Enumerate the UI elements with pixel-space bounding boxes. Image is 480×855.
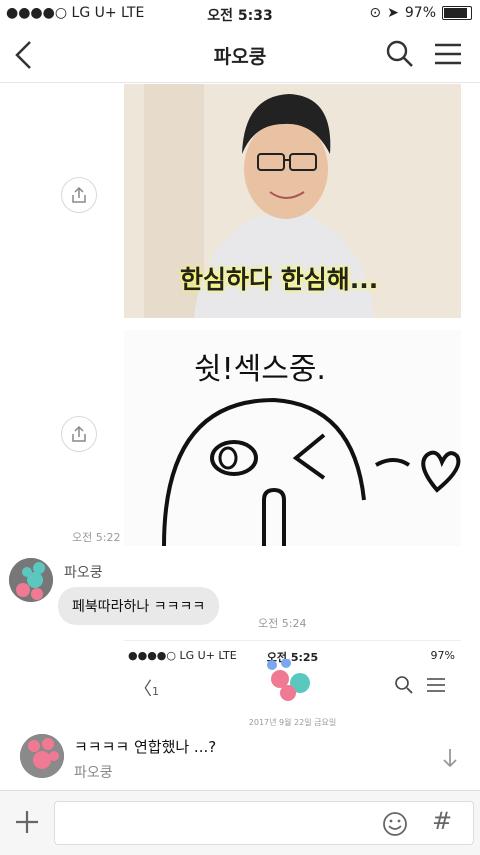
battery-percent: 97%	[404, 5, 436, 21]
share-button[interactable]	[61, 177, 97, 213]
message-input-bar: #	[0, 790, 480, 855]
message-time: 오전 5:24	[258, 617, 307, 630]
image-message[interactable]: 쉿!섹스중.	[124, 330, 461, 546]
plus-icon[interactable]	[14, 809, 40, 839]
status-bar: ●●●●○ LG U+ LTE 오전 5:33 ⊙ ➤ 97%	[0, 0, 480, 28]
preview-text: ㅋㅋㅋㅋ 연합했나 ...?	[74, 738, 217, 756]
avatar[interactable]	[9, 558, 53, 602]
chat-header: 파오쿵	[0, 28, 480, 83]
message-time: 오전 5:22	[72, 531, 121, 544]
preview-sender: 파오쿵	[74, 765, 113, 781]
battery-fill	[444, 8, 468, 18]
embedded-search-icon	[395, 676, 413, 694]
location-icon: ➤	[387, 5, 399, 21]
chat-bubble[interactable]: 페북따라하나 ㅋㅋㅋㅋ	[58, 587, 220, 625]
embedded-battery: 97%	[430, 649, 455, 662]
share-icon	[72, 186, 86, 203]
arrow-down-icon[interactable]	[442, 748, 458, 768]
sender-name: 파오쿵	[64, 565, 103, 581]
paw-sticker-icon	[20, 734, 64, 778]
avatar	[20, 734, 64, 778]
hashtag-icon[interactable]: #	[432, 807, 452, 835]
image-caption: 한심하다 한심해...	[180, 265, 379, 294]
menu-icon[interactable]	[434, 42, 462, 70]
search-icon[interactable]	[386, 40, 414, 72]
doodle-illustration	[162, 397, 461, 546]
message-preview-banner[interactable]: ㅋㅋㅋㅋ 연합했나 ...? 파오쿵	[0, 726, 480, 794]
battery-icon	[442, 6, 472, 20]
share-icon	[72, 425, 86, 442]
paw-sticker-icon	[267, 659, 310, 701]
embedded-menu-icon	[427, 678, 445, 692]
emoji-icon[interactable]	[382, 811, 408, 841]
embedded-back-icon: 〈1	[134, 679, 159, 700]
image-message[interactable]: 한심하다 한심해...	[124, 84, 461, 318]
share-button[interactable]	[61, 416, 97, 452]
paw-sticker-icon	[9, 558, 53, 602]
status-right: ⊙ ➤ 97%	[369, 5, 472, 21]
embedded-back-count: 1	[152, 685, 159, 698]
lock-rotation-icon: ⊙	[369, 5, 382, 21]
message-input[interactable]	[54, 801, 474, 845]
